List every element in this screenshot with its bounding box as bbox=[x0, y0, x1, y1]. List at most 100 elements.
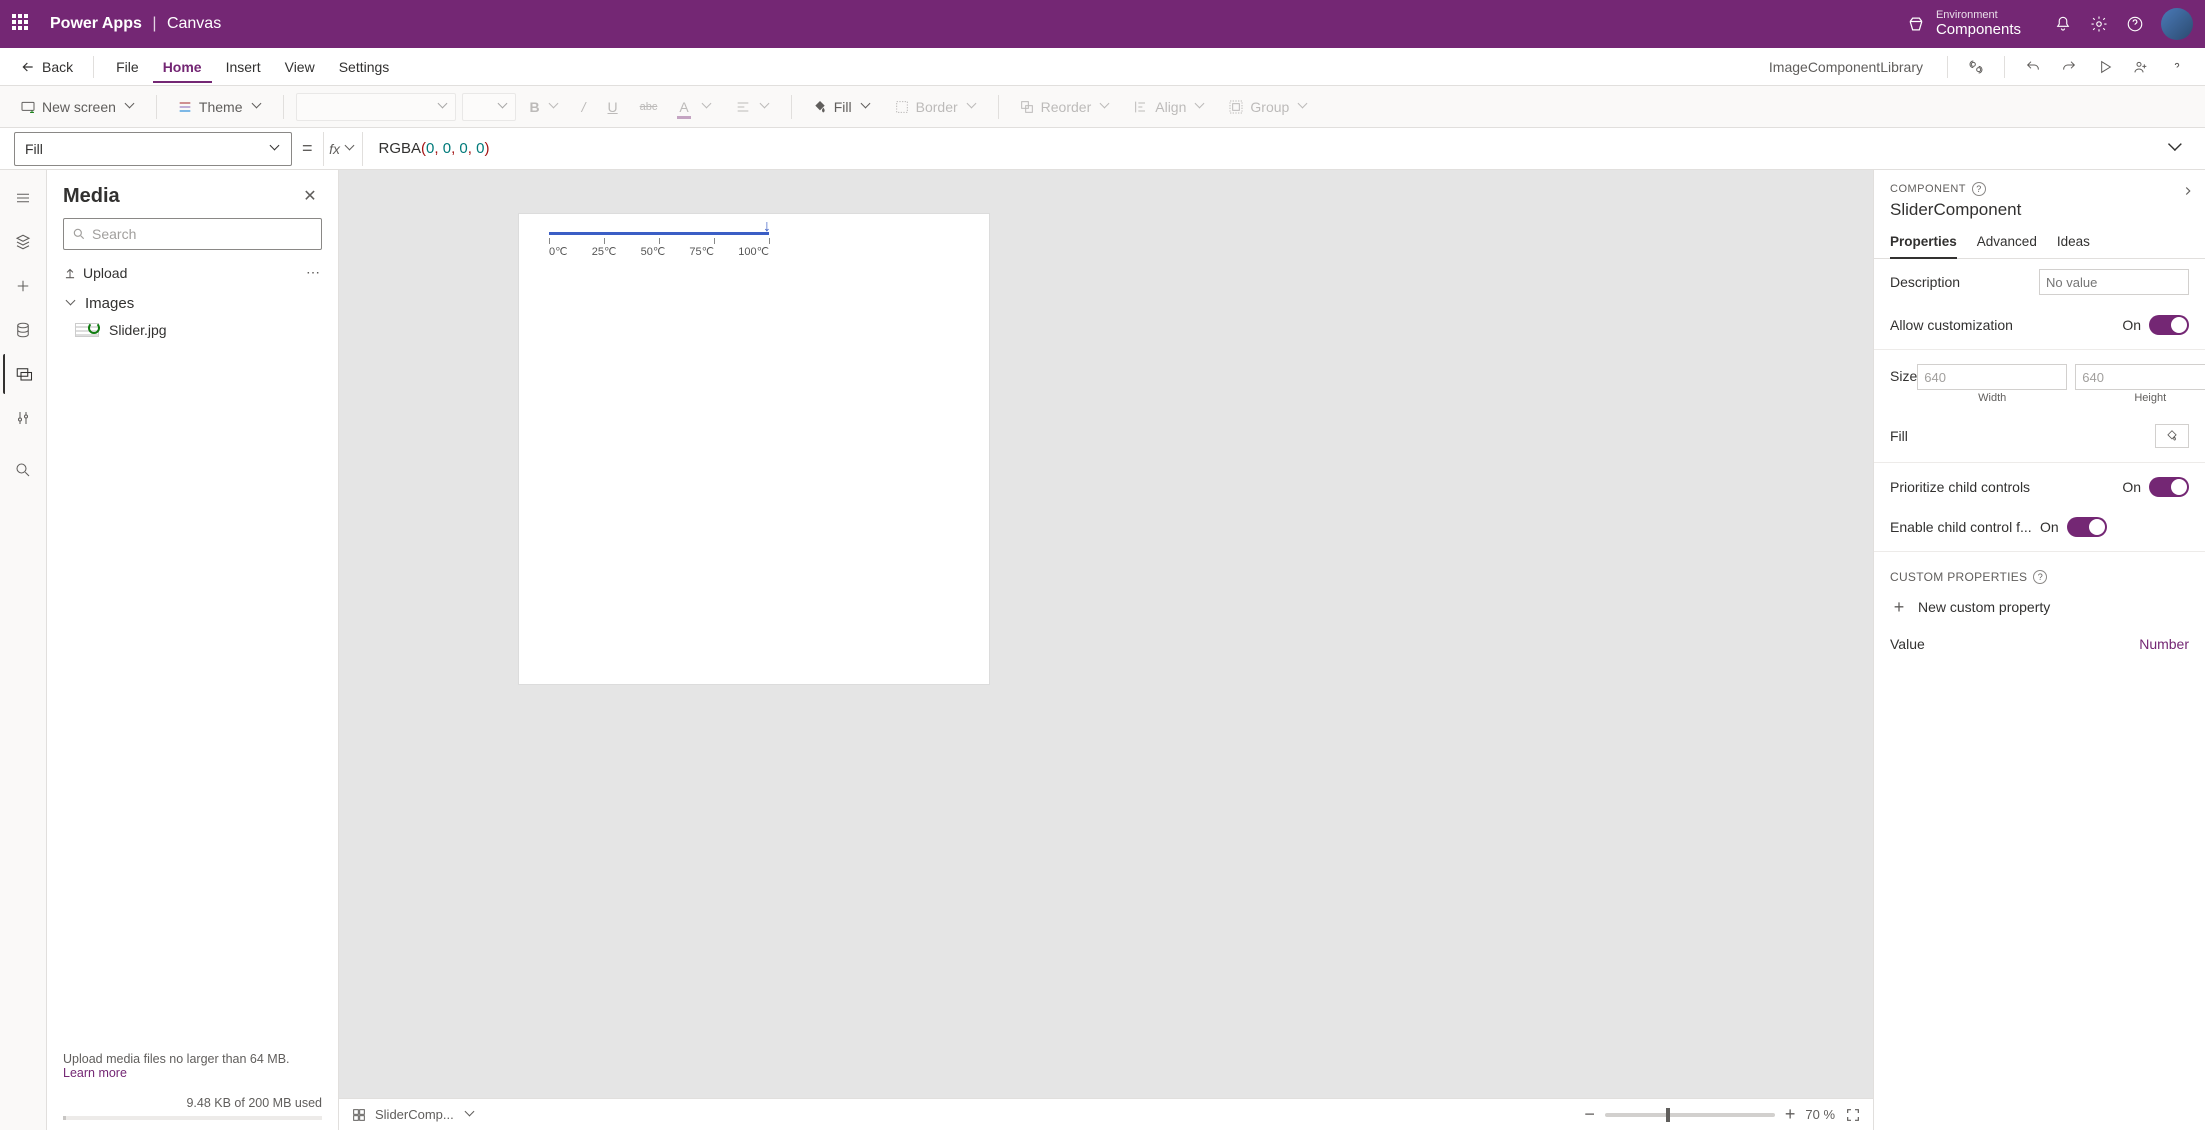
slider-label: 25℃ bbox=[592, 245, 617, 258]
divider bbox=[998, 95, 999, 119]
plus-icon: + bbox=[1890, 598, 1908, 616]
play-icon[interactable] bbox=[2089, 51, 2121, 83]
slider-label: 0℃ bbox=[549, 245, 567, 258]
theme-label: Theme bbox=[199, 99, 243, 115]
rail-media-icon[interactable] bbox=[3, 354, 43, 394]
more-options-icon[interactable]: ⋯ bbox=[306, 264, 322, 281]
reorder-button[interactable]: Reorder bbox=[1011, 95, 1120, 119]
help-icon[interactable] bbox=[2117, 6, 2153, 42]
width-input[interactable] bbox=[1917, 364, 2067, 390]
fill-color-picker[interactable] bbox=[2155, 424, 2189, 448]
height-input[interactable] bbox=[2075, 364, 2205, 390]
prioritize-child-toggle[interactable] bbox=[2149, 477, 2189, 497]
property-selector[interactable]: Fill bbox=[14, 132, 292, 166]
search-input[interactable] bbox=[92, 226, 313, 242]
custom-property-name: Value bbox=[1890, 636, 2139, 652]
slider-label: 75℃ bbox=[689, 245, 714, 258]
zoom-in-icon[interactable]: + bbox=[1785, 1104, 1796, 1125]
component-artboard[interactable]: ↓ 0℃ 25℃ 50℃ 75℃ 100℃ bbox=[519, 214, 989, 684]
chevron-down-icon[interactable] bbox=[466, 1110, 476, 1120]
align-button[interactable]: Align bbox=[1125, 95, 1214, 119]
back-button[interactable]: Back bbox=[12, 55, 81, 79]
font-color-button[interactable]: A bbox=[671, 95, 720, 119]
share-icon[interactable] bbox=[2125, 51, 2157, 83]
menu-home[interactable]: Home bbox=[153, 51, 212, 83]
notifications-icon[interactable] bbox=[2045, 6, 2081, 42]
rail-search-icon[interactable] bbox=[3, 450, 43, 490]
allow-customization-label: Allow customization bbox=[1890, 317, 2122, 333]
upload-button[interactable]: Upload bbox=[63, 265, 127, 281]
text-align-button[interactable] bbox=[727, 95, 779, 119]
group-button[interactable]: Group bbox=[1220, 95, 1317, 119]
new-screen-button[interactable]: New screen bbox=[12, 95, 144, 119]
tab-advanced[interactable]: Advanced bbox=[1977, 234, 2037, 258]
property-name: Fill bbox=[25, 141, 267, 157]
expand-formula-icon[interactable] bbox=[2159, 133, 2191, 165]
document-name: ImageComponentLibrary bbox=[1769, 59, 1923, 75]
media-panel: Media ✕ Upload ⋯ Images Slider.jpg Uploa… bbox=[47, 170, 339, 1130]
divider bbox=[2004, 56, 2005, 78]
group-label: Group bbox=[1250, 99, 1289, 115]
workspace: Media ✕ Upload ⋯ Images Slider.jpg Uploa… bbox=[0, 170, 2205, 1130]
divider bbox=[283, 95, 284, 119]
chevron-right-icon[interactable] bbox=[2181, 184, 2195, 198]
breadcrumb[interactable]: SliderComp... bbox=[375, 1107, 454, 1122]
undo-icon[interactable] bbox=[2017, 51, 2049, 83]
tab-properties[interactable]: Properties bbox=[1890, 234, 1957, 259]
rail-hamburger-icon[interactable] bbox=[3, 178, 43, 218]
app-launcher-icon[interactable] bbox=[12, 14, 32, 34]
allow-customization-toggle[interactable] bbox=[2149, 315, 2189, 335]
settings-gear-icon[interactable] bbox=[2081, 6, 2117, 42]
fit-screen-icon[interactable] bbox=[1845, 1107, 1861, 1123]
canvas-stage[interactable]: ↓ 0℃ 25℃ 50℃ 75℃ 100℃ bbox=[339, 170, 1873, 1098]
bold-button[interactable]: B bbox=[522, 95, 568, 119]
underline-button[interactable]: U bbox=[600, 95, 626, 119]
menu-insert[interactable]: Insert bbox=[216, 51, 271, 83]
media-search[interactable] bbox=[63, 218, 322, 250]
rail-tree-view-icon[interactable] bbox=[3, 222, 43, 262]
redo-icon[interactable] bbox=[2053, 51, 2085, 83]
app-checker-icon[interactable] bbox=[1960, 51, 1992, 83]
rail-advanced-tools-icon[interactable] bbox=[3, 398, 43, 438]
fill-button[interactable]: Fill bbox=[804, 95, 880, 119]
chevron-down-icon bbox=[271, 144, 281, 154]
menu-view[interactable]: View bbox=[275, 51, 325, 83]
strikethrough-button[interactable]: abc bbox=[632, 97, 666, 117]
canvas-footer: SliderComp... − + 70 % bbox=[339, 1098, 1873, 1130]
align-label: Align bbox=[1155, 99, 1186, 115]
learn-more-link[interactable]: Learn more bbox=[63, 1066, 127, 1080]
formula-input[interactable]: RGBA(0, 0, 0, 0) bbox=[373, 140, 2149, 158]
zoom-slider[interactable] bbox=[1605, 1113, 1775, 1117]
font-size-dropdown[interactable] bbox=[462, 93, 516, 121]
help-icon[interactable] bbox=[2161, 51, 2193, 83]
help-badge-icon[interactable]: ? bbox=[2033, 570, 2047, 584]
user-avatar[interactable] bbox=[2161, 8, 2193, 40]
rail-insert-icon[interactable] bbox=[3, 266, 43, 306]
zoom-value: 70 bbox=[1805, 1107, 1819, 1122]
chevron-down-icon bbox=[439, 102, 449, 112]
media-item[interactable]: Slider.jpg bbox=[47, 316, 338, 344]
custom-property-row[interactable]: Value Number bbox=[1874, 624, 2205, 664]
border-button[interactable]: Border bbox=[886, 95, 986, 119]
theme-button[interactable]: Theme bbox=[169, 95, 271, 119]
menu-settings[interactable]: Settings bbox=[329, 51, 400, 83]
help-badge-icon[interactable]: ? bbox=[1972, 182, 1986, 196]
media-usage-bar bbox=[63, 1116, 322, 1120]
tab-ideas[interactable]: Ideas bbox=[2057, 234, 2090, 258]
font-dropdown[interactable] bbox=[296, 93, 456, 121]
zoom-out-icon[interactable]: − bbox=[1584, 1104, 1595, 1125]
italic-button[interactable]: / bbox=[574, 95, 594, 119]
fx-button[interactable]: fx bbox=[323, 132, 363, 166]
app-title: Power Apps | Canvas bbox=[50, 15, 221, 33]
new-custom-property-button[interactable]: + New custom property bbox=[1874, 590, 2205, 624]
media-group-images[interactable]: Images bbox=[47, 287, 338, 316]
search-icon bbox=[72, 227, 86, 241]
menu-file[interactable]: File bbox=[106, 51, 149, 83]
rail-data-icon[interactable] bbox=[3, 310, 43, 350]
enable-child-toggle[interactable] bbox=[2067, 517, 2107, 537]
app-name: Power Apps bbox=[50, 15, 142, 32]
component-section-label: COMPONENT bbox=[1890, 183, 1966, 195]
close-icon[interactable]: ✕ bbox=[298, 184, 322, 208]
description-input[interactable] bbox=[2039, 269, 2189, 295]
environment-picker[interactable]: Environment Components bbox=[1906, 10, 2021, 39]
